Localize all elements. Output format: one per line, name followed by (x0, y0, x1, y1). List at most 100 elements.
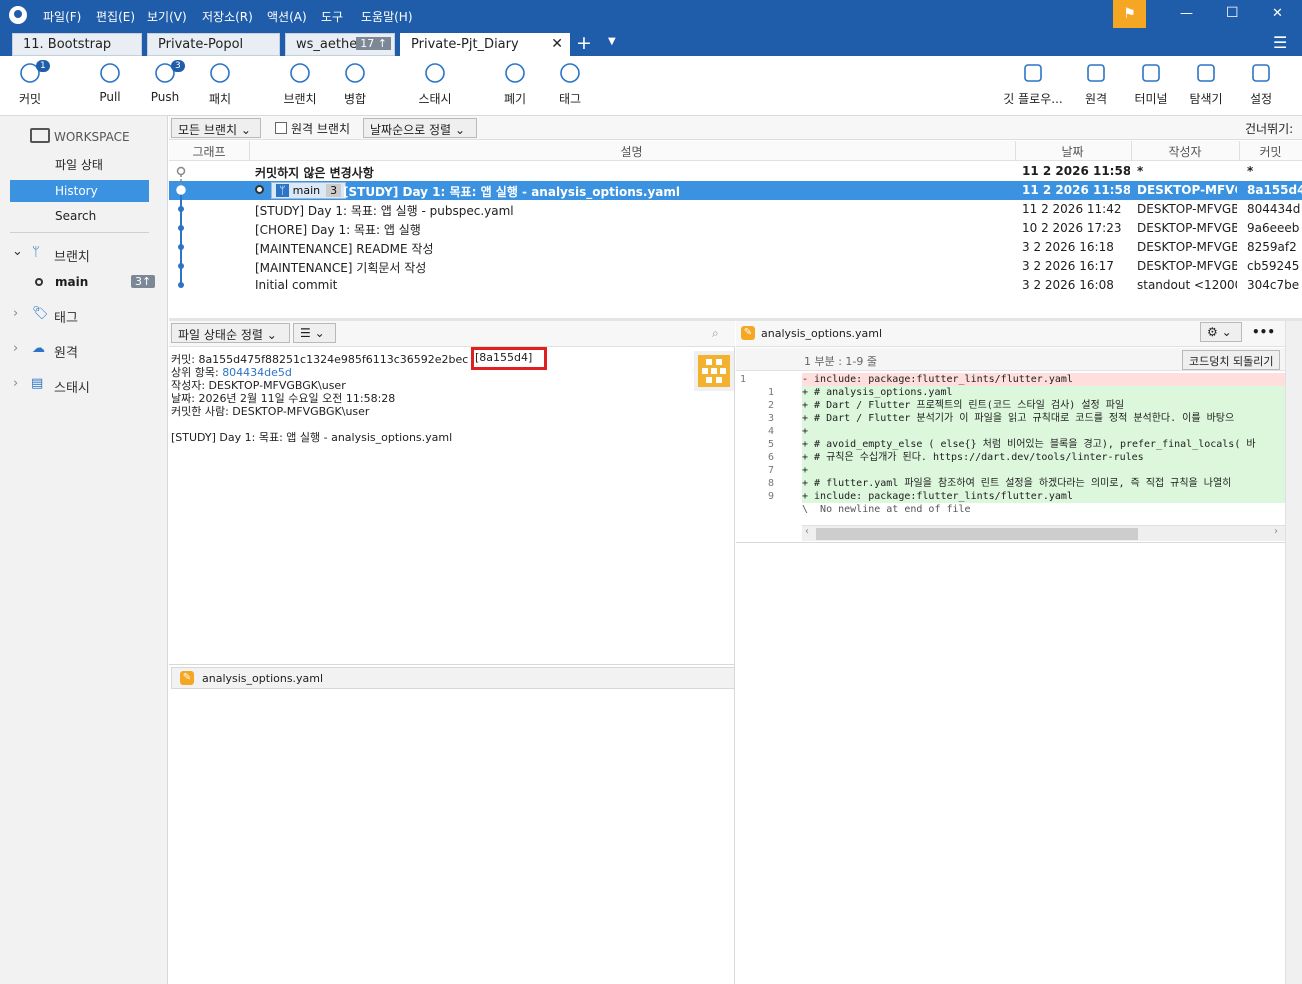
commit-author: DESKTOP-MFVGBK (1137, 221, 1237, 235)
toolbar-button-branch[interactable]: 브랜치 (270, 62, 330, 107)
globe-icon (1084, 62, 1108, 86)
toolbar-label: 패치 (208, 92, 232, 106)
vertical-scrollbar[interactable] (1285, 321, 1302, 984)
tab-private-pjt-diary[interactable]: Private-Pjt_Diary ✕ (400, 33, 570, 56)
commit-row[interactable]: ᛘ main 3 [STUDY] Day 1: 목표: 앱 실행 - analysis… (169, 181, 1302, 200)
column-author[interactable]: 작성자 (1131, 143, 1239, 160)
menu-item[interactable]: 도움말(H) (361, 8, 413, 25)
maximize-button[interactable]: ☐ (1226, 5, 1239, 21)
diff-text: + # 규칙은 수십개가 된다. https://dart.dev/tools/… (802, 451, 1285, 464)
diff-text: + # flutter.yaml 파일을 참조하여 린트 설정을 하겠다라는 의… (802, 477, 1285, 490)
diff-line: \ No newline at end of file (736, 503, 1285, 516)
branch-icon: ᛘ (276, 184, 289, 197)
tab-private-popol[interactable]: Private-Popol (147, 33, 280, 56)
graph-node (176, 185, 186, 195)
chevron-right-icon[interactable]: › (13, 306, 18, 321)
all-branches-dropdown[interactable]: 모든 브랜치 ⌄ (171, 118, 261, 138)
history-column-header: 그래프 설명 날짜 작성자 커밋 (169, 141, 1302, 161)
minimize-button[interactable]: — (1180, 6, 1193, 21)
toolbar-button-push[interactable]: 3 Push (135, 60, 195, 104)
toolbar-button-pull[interactable]: Pull (80, 62, 140, 104)
workspace-heading: WORKSPACE (54, 130, 130, 144)
chevron-down-icon: ⌄ (240, 123, 251, 137)
diff-text: + # analysis_options.yaml (802, 386, 1285, 399)
toolbar-button-settings[interactable]: 설정 (1231, 62, 1291, 107)
chevron-down-icon[interactable]: ⌄ (12, 244, 23, 259)
branch-label[interactable]: ᛘ main 3 (271, 182, 347, 199)
diff-settings-dropdown[interactable]: ⚙ ⌄ (1200, 322, 1242, 342)
sidebar-branch-main[interactable]: main (55, 275, 88, 289)
tab-label: Private-Pjt_Diary (411, 37, 519, 52)
list-icon: ☰ (300, 326, 311, 340)
chevron-right-icon[interactable]: › (13, 341, 18, 356)
view-mode-dropdown[interactable]: ☰ ⌄ (293, 323, 336, 343)
toolbar-button-patch[interactable]: 패치 (190, 62, 250, 107)
changed-file-item[interactable]: ✎ analysis_options.yaml (171, 667, 735, 689)
close-window-button[interactable]: ✕ (1272, 6, 1283, 21)
commit-row[interactable]: [STUDY] Day 1: 목표: 앱 실행 - pubspec.yaml 11… (169, 200, 1302, 219)
horizontal-scrollbar[interactable]: ‹ › (802, 525, 1285, 541)
column-description[interactable]: 설명 (249, 143, 1014, 160)
toolbar-button-explorer[interactable]: 탐색기 (1176, 62, 1236, 107)
menu-item[interactable]: 도구 (321, 8, 343, 25)
chevron-right-icon[interactable]: › (13, 376, 18, 391)
menu-item[interactable]: 편집(E) (96, 8, 135, 25)
modified-file-icon: ✎ (741, 326, 755, 340)
menu-item[interactable]: 파일(F) (43, 8, 81, 25)
commit-hash: 8a155d4 (1247, 183, 1302, 197)
commit-row[interactable]: [MAINTENANCE] 기획문서 작성 3 2 2026 16:17 DESKT… (169, 257, 1302, 276)
sidebar-item-search[interactable]: Search (10, 205, 149, 227)
diff-text: + # avoid_empty_else ( else{} 처럼 비어있는 블록… (802, 438, 1285, 451)
file-sort-dropdown[interactable]: 파일 상태순 정렬 ⌄ (171, 323, 290, 343)
tab-dropdown-icon[interactable]: ▼ (608, 36, 616, 47)
close-tab-icon[interactable]: ✕ (551, 36, 563, 52)
sidebar-remotes-heading[interactable]: 원격 (54, 342, 78, 361)
toolbar-label: 설정 (1249, 92, 1273, 106)
commit-hash: 304c7be (1247, 278, 1300, 292)
toolbar-button-stash[interactable]: 스태시 (405, 62, 465, 107)
toolbar-button-merge[interactable]: 병합 (325, 62, 385, 107)
sidebar-stashes-heading[interactable]: 스태시 (54, 377, 90, 396)
commit-row[interactable]: 커밋하지 않은 변경사항 11 2 2026 11:58 * * (169, 162, 1302, 181)
toolbar-button-globe[interactable]: 원격 (1066, 62, 1126, 107)
graph-node (178, 244, 184, 250)
commit-row[interactable]: Initial commit 3 2 2026 16:08 standout <12… (169, 276, 1302, 295)
current-branch-icon (35, 278, 43, 286)
settings-icon (1249, 62, 1273, 86)
repo-tab-bar: 11. Bootstrap Private-Popol ws_aether 17 … (0, 30, 1302, 56)
menu-item[interactable]: 보기(V) (147, 8, 187, 25)
revert-hunk-button[interactable]: 코드덩치 되돌리기 (1182, 350, 1281, 370)
tab-ws-aether[interactable]: ws_aether 17 ↑ (285, 33, 395, 56)
toolbar-label: 탐색기 (1189, 92, 1223, 106)
sidebar-item-history[interactable]: History (10, 180, 149, 202)
commit-description: Initial commit (255, 278, 338, 292)
add-tab-icon[interactable]: + (576, 32, 592, 54)
commit-row[interactable]: [CHORE] Day 1: 목표: 앱 실행 10 2 2026 17:23 DE… (169, 219, 1302, 238)
toolbar-button-commit[interactable]: 1 커밋 (0, 60, 60, 107)
remote-branches-checkbox[interactable] (275, 122, 287, 134)
toolbar-button-terminal[interactable]: 터미널 (1121, 62, 1181, 107)
sort-dropdown[interactable]: 날짜순으로 정렬 ⌄ (363, 118, 477, 138)
diff-text: + (802, 464, 1285, 477)
sidebar-branches-heading[interactable]: 브랜치 (54, 246, 90, 265)
toolbar-button-tag[interactable]: 태그 (540, 62, 600, 107)
menu-item[interactable]: 저장소(R) (202, 8, 253, 25)
column-date[interactable]: 날짜 (1015, 143, 1130, 160)
hamburger-menu-icon[interactable]: ☰ (1273, 33, 1287, 52)
toolbar-button-gitflow[interactable]: 깃 플로우... (1003, 62, 1063, 107)
new-line-number: 3 (767, 413, 774, 424)
toolbar-button-discard[interactable]: 폐기 (485, 62, 545, 107)
column-commit[interactable]: 커밋 (1239, 143, 1302, 160)
tab-bootstrap[interactable]: 11. Bootstrap (12, 33, 142, 56)
sidebar-tags-heading[interactable]: 태그 (54, 307, 78, 326)
column-graph[interactable]: 그래프 (169, 143, 249, 160)
commit-row[interactable]: [MAINTENANCE] README 작성 3 2 2026 16:18 DES… (169, 238, 1302, 257)
sidebar-item-file-status[interactable]: 파일 상태 (10, 154, 149, 176)
flag-icon[interactable]: ⚑ (1113, 0, 1146, 28)
commit-author: DESKTOP-MFVGBK (1137, 202, 1237, 216)
old-line-number: 1 (739, 374, 746, 385)
more-options-icon[interactable]: ••• (1252, 325, 1275, 339)
diff-line: 5 + # avoid_empty_else ( else{} 처럼 비어있는 블… (736, 438, 1285, 451)
search-icon[interactable]: ⌕ (712, 326, 719, 341)
menu-item[interactable]: 액션(A) (267, 8, 307, 25)
